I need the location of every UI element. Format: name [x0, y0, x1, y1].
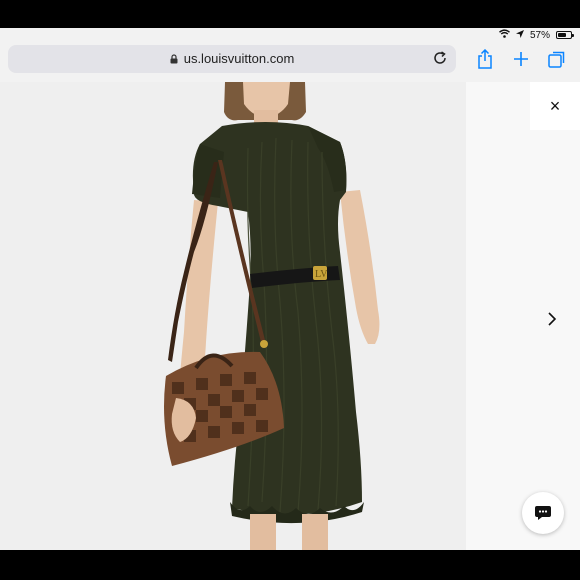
- reload-icon[interactable]: [432, 50, 448, 71]
- lock-icon: [170, 52, 178, 67]
- svg-text:LV: LV: [315, 269, 328, 280]
- status-bar: 57%: [0, 28, 580, 44]
- battery-fill: [558, 33, 566, 37]
- close-icon: ×: [549, 95, 561, 116]
- share-icon[interactable]: [472, 46, 498, 72]
- address-bar[interactable]: us.louisvuitton.com: [8, 45, 456, 73]
- chevron-right-icon: [548, 312, 557, 326]
- location-arrow-icon: [515, 29, 524, 41]
- plus-icon[interactable]: [508, 46, 534, 72]
- product-image: LV: [0, 82, 466, 550]
- wifi-icon: [499, 29, 510, 41]
- url-text: us.louisvuitton.com: [183, 51, 295, 66]
- top-letterbox: [0, 0, 580, 28]
- battery-percent: 57%: [529, 29, 550, 41]
- model-photo: LV: [0, 82, 466, 550]
- tabs-icon[interactable]: [544, 46, 570, 72]
- chat-bubble-icon: [535, 506, 551, 520]
- close-button[interactable]: ×: [530, 82, 580, 130]
- bottom-letterbox: [0, 550, 580, 580]
- next-image-button[interactable]: [540, 307, 564, 331]
- url-display[interactable]: us.louisvuitton.com: [8, 51, 456, 67]
- battery-icon: [556, 31, 574, 39]
- status-right: 57%: [499, 29, 574, 41]
- ipad-screen: 57% us.louisvuitton.com LV ×: [0, 28, 580, 550]
- chat-button[interactable]: [522, 492, 564, 534]
- web-content: LV ×: [0, 82, 580, 550]
